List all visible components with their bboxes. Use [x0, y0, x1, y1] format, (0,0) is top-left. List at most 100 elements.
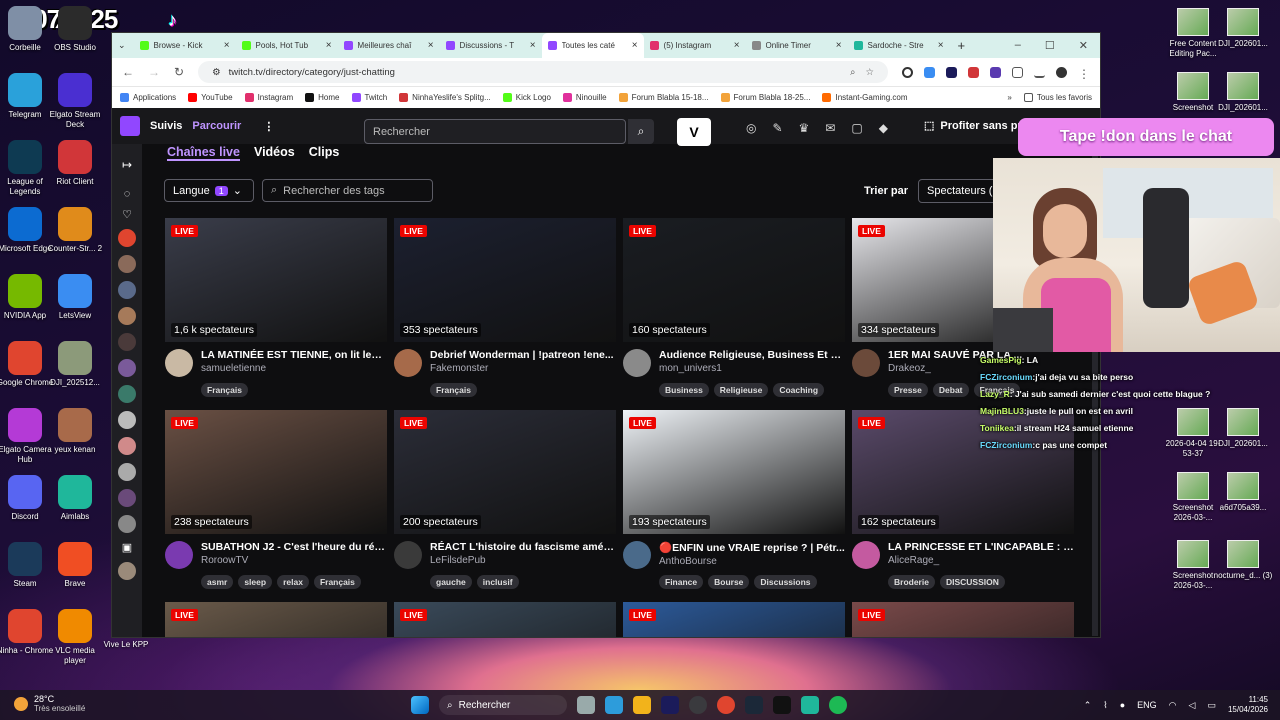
desktop-icon[interactable]: Brave [45, 542, 105, 589]
desktop-icon[interactable]: LetsView [45, 274, 105, 321]
stream-tag[interactable]: Business [659, 383, 709, 397]
channel-avatar[interactable] [852, 541, 880, 569]
stream-tag[interactable]: relax [277, 575, 309, 589]
desktop-file-icon[interactable]: DJI_202601... [1212, 8, 1274, 49]
stream-tag[interactable]: Discussions [754, 575, 817, 589]
stream-title[interactable]: LA MATINÉE EST TIENNE, on lit les j... [201, 349, 387, 361]
bookmark-item[interactable]: Ninouille [562, 93, 607, 102]
channel-avatar[interactable] [623, 541, 651, 569]
tab-live-channels[interactable]: Chaînes live [167, 145, 240, 161]
ext-icon-1[interactable] [902, 66, 913, 78]
stream-tag[interactable]: sleep [238, 575, 273, 589]
channel-avatar[interactable] [852, 349, 880, 377]
stream-thumbnail[interactable]: LIVE 353 spectateurs [394, 218, 616, 342]
ext-icon-4[interactable] [968, 66, 979, 78]
channel-name[interactable]: Fakemonster [430, 363, 616, 374]
chrome-taskbar-icon[interactable] [717, 696, 735, 714]
activity-icon[interactable]: ◎ [746, 121, 756, 135]
search-icon[interactable]: ⌕ [628, 119, 654, 144]
stream-card[interactable]: LIVE [394, 602, 616, 637]
tray-chevron-icon[interactable]: ⌃ [1084, 700, 1092, 711]
stream-tag[interactable]: DISCUSSION [939, 575, 1005, 589]
stream-tag[interactable]: gauche [430, 575, 472, 589]
stream-tag[interactable]: Français [201, 383, 248, 397]
sidebar-channel-avatar[interactable] [118, 307, 136, 325]
desktop-icon[interactable]: OBS Studio [45, 6, 105, 53]
bookmark-item[interactable]: Instant-Gaming.com [822, 93, 908, 102]
tab-close-icon[interactable]: × [224, 40, 230, 51]
channel-avatar[interactable] [394, 541, 422, 569]
lang-indicator[interactable]: ENG [1137, 700, 1157, 710]
zoom-icon[interactable]: ⌕ [850, 67, 855, 78]
stream-card[interactable]: LIVE [623, 602, 845, 637]
stream-card[interactable]: LIVE 160 spectateurs Audience Religieuse, … [623, 218, 845, 397]
desktop-icon[interactable]: DJI_202512... [45, 341, 105, 388]
channel-name[interactable]: mon_univers1 [659, 363, 845, 374]
nav-following[interactable]: Suivis [150, 120, 182, 132]
spotify-icon[interactable] [829, 696, 847, 714]
channel-name[interactable]: AnthoBourse [659, 556, 845, 567]
tab-close-icon[interactable]: × [836, 40, 842, 51]
channel-avatar[interactable] [165, 349, 193, 377]
language-filter[interactable]: Langue 1 ⌄ [164, 179, 254, 202]
stream-card[interactable]: LIVE 1,6 k spectateurs LA MATINÉE EST TIEN… [165, 218, 387, 397]
desktop-file-icon[interactable]: nocturne_d... (3) [1212, 540, 1274, 581]
stream-tag[interactable]: Religieuse [713, 383, 769, 397]
tab-close-icon[interactable]: × [530, 40, 536, 51]
sidebar-channel-avatar[interactable] [118, 333, 136, 351]
browser-tab[interactable]: Browse - Kick × [134, 33, 236, 58]
inbox-icon[interactable]: ✉ [825, 121, 835, 135]
tab-videos[interactable]: Vidéos [254, 145, 295, 161]
desktop-file-icon[interactable]: DJI_202601... [1212, 408, 1274, 449]
tab-close-icon[interactable]: × [326, 40, 332, 51]
bookmark-item[interactable]: Home [305, 93, 340, 102]
sidebar-channel-avatar[interactable] [118, 463, 136, 481]
stream-card[interactable]: LIVE 200 spectateurs RÉACT L'histoire du f… [394, 410, 616, 589]
following-icon[interactable]: ◌ [124, 188, 131, 200]
extension-logo-icon[interactable]: V [677, 118, 711, 146]
stream-thumbnail[interactable]: LIVE [852, 602, 1074, 637]
sidebar-channel-avatar[interactable] [118, 255, 136, 273]
stream-tag[interactable]: Français [313, 575, 361, 589]
sidebar-channel-avatar[interactable] [118, 229, 136, 247]
bookmark-item[interactable]: Forum Blabla 15-18... [618, 93, 709, 102]
github-icon[interactable] [689, 696, 707, 714]
stream-card[interactable]: LIVE [165, 602, 387, 637]
browser-tab[interactable]: Discussions - T × [440, 33, 542, 58]
whispers-icon[interactable]: ▢ [851, 121, 862, 135]
minimize-icon[interactable]: – [1015, 39, 1021, 52]
stream-title[interactable]: RÉACT L'histoire du fascisme améri... [430, 541, 616, 553]
prime-button[interactable]: ⬚ Profiter sans pu [924, 119, 1024, 133]
steam-taskbar-icon[interactable] [745, 696, 763, 714]
copilot-icon[interactable] [605, 696, 623, 714]
stream-tag[interactable]: Debat [932, 383, 969, 397]
browser-tab[interactable]: Meilleures chaî × [338, 33, 440, 58]
tab-close-icon[interactable]: × [734, 40, 740, 51]
channel-name[interactable]: LeFilsdePub [430, 555, 616, 566]
stream-card[interactable]: LIVE 193 spectateurs 🔴ENFIN une VRAIE repr… [623, 410, 845, 589]
battery-icon[interactable]: ▭ [1207, 700, 1216, 711]
nav-more-icon[interactable]: ⋮ [263, 120, 274, 133]
stream-title[interactable]: LA PRINCESSE ET L'INCAPABLE : JO... [888, 541, 1074, 553]
channel-avatar[interactable] [623, 349, 651, 377]
ext-icon-2[interactable] [924, 66, 935, 78]
bits-icon[interactable]: ◆ [879, 121, 888, 135]
browser-tab[interactable]: Pools, Hot Tub × [236, 33, 338, 58]
sidebar-channel-avatar[interactable] [118, 359, 136, 377]
stream-tag[interactable]: Broderie [888, 575, 935, 589]
channel-avatar[interactable] [394, 349, 422, 377]
windows-start-icon[interactable] [411, 696, 429, 714]
stream-thumbnail[interactable]: LIVE [623, 602, 845, 637]
desktop-icon[interactable]: Aimlabs [45, 475, 105, 522]
site-info-icon[interactable]: ⚙ [212, 67, 221, 78]
volume-icon[interactable]: ◁ [1189, 700, 1196, 711]
desktop-icon[interactable]: yeux kenan [45, 408, 105, 455]
stream-card[interactable]: LIVE 353 spectateurs Debrief Wonderman | !… [394, 218, 616, 397]
browser-tab[interactable]: Toutes les caté × [541, 33, 644, 58]
reading-list-icon[interactable] [1034, 67, 1045, 78]
stream-card[interactable]: LIVE 238 spectateurs SUBATHON J2 - C'est l… [165, 410, 387, 589]
tab-close-icon[interactable]: × [632, 40, 638, 51]
close-window-icon[interactable]: ✕ [1079, 39, 1088, 52]
desktop-icon[interactable]: Riot Client [45, 140, 105, 187]
stream-tag[interactable]: Finance [659, 575, 704, 589]
